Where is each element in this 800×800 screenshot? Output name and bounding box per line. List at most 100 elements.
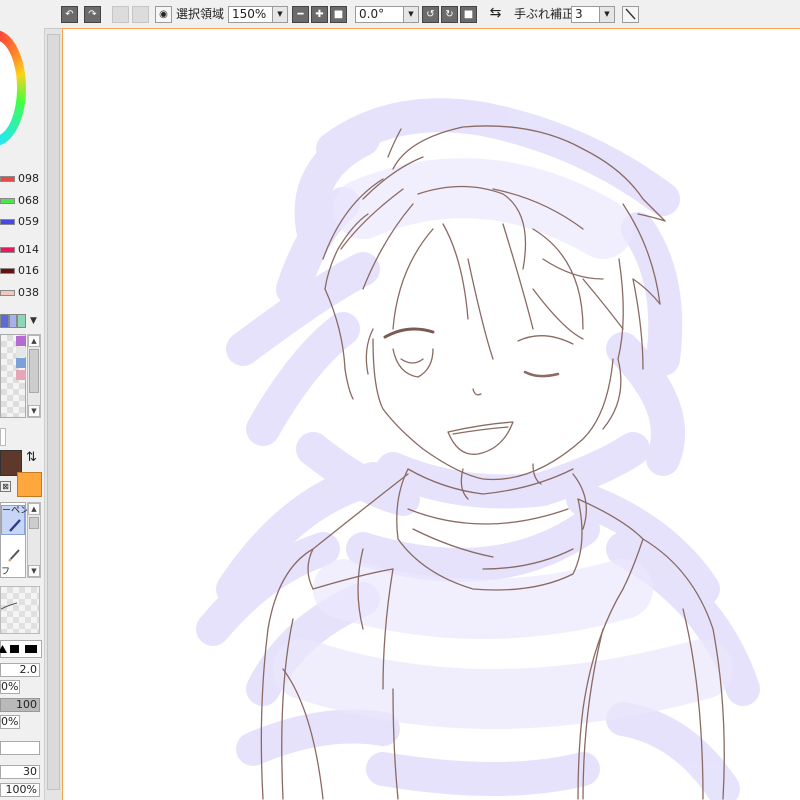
undo-button[interactable]: ↶ [61,6,78,23]
disabled-button[interactable] [112,6,129,23]
scroll-thumb[interactable] [29,349,39,393]
min-size-field[interactable]: 0% [0,680,20,694]
blend-empty-field[interactable] [0,741,40,755]
rotate-ccw-icon: ↺ [426,9,435,20]
selection-visibility-button[interactable]: ◉ [155,6,172,23]
brush-shape-triangle[interactable] [0,645,7,653]
tool-item-label: フ [1,567,11,577]
sub-color-swatch[interactable] [17,472,42,497]
slider-blue-bar[interactable] [0,219,15,225]
redo-button[interactable]: ↷ [84,6,101,23]
scroll-up-icon[interactable]: ▲ [28,335,40,347]
palette-chip[interactable] [8,314,18,328]
slider-hue-bar[interactable] [0,247,15,253]
slider-saturation[interactable]: 016 [0,264,44,278]
chevron-down-icon[interactable]: ▼ [599,7,614,22]
min-density-field[interactable]: 0% [0,715,20,729]
slider-green-value: 068 [18,194,39,207]
swatch-grid[interactable] [0,334,26,418]
plus-icon: ✚ [315,9,324,20]
straight-line-button[interactable] [622,6,639,23]
rotation-value: 0.0° [359,7,385,21]
sketch-artwork [196,98,760,800]
scroll-thumb[interactable] [47,34,60,790]
palette-chip[interactable] [17,314,27,328]
chevron-down-icon[interactable]: ▼ [30,316,37,326]
color-input[interactable] [0,428,6,446]
rotation-select[interactable]: 0.0° ▼ [355,6,419,23]
slider-hue-value: 014 [18,243,39,256]
tool-list[interactable]: ーペン フ [0,502,29,578]
selection-label: 選択領域 [176,7,225,21]
swatch-chip[interactable] [16,347,26,357]
flip-horizontal-icon: ⇆ [489,5,502,21]
left-tool-panel: 098 068 059 014 016 038 ▼ ▲ ▼ ⇅ ⊠ ーペン フ … [0,0,44,800]
scroll-up-icon[interactable]: ▲ [28,503,40,515]
drawing-canvas[interactable] [62,28,800,800]
reset-icon: ■ [463,9,474,20]
panel-scrollbar[interactable]: ▲ [44,0,63,800]
stabilizer-select[interactable]: 3 ▼ [571,6,615,23]
density-slider[interactable]: 100 [0,698,40,712]
palette-strip[interactable] [0,314,27,328]
slider-red-bar[interactable] [0,176,15,182]
stabilizer-label: 手ぶれ補正 [514,7,575,21]
zoom-value: 150% [232,7,267,21]
canvas-toolbar: ↶ ↷ ◉ 選択領域 150% ▼ ━ ✚ ■ 0.0° ▼ ↺ ↻ ■ ⇆ 手… [44,0,800,29]
zoom-select[interactable]: 150% ▼ [228,6,288,23]
chevron-down-icon[interactable]: ▼ [272,7,287,22]
swatch-scrollbar[interactable]: ▲ ▼ [27,334,41,418]
reset-icon: ■ [333,9,344,20]
slider-blue[interactable]: 059 [0,215,44,229]
tool-list-scrollbar[interactable]: ▲ ▼ [27,502,41,578]
rotate-cw-button[interactable]: ↻ [441,6,458,23]
minus-icon: ━ [297,9,304,20]
pencil-icon [8,549,20,562]
slider-saturation-value: 016 [18,264,39,277]
rotate-cw-icon: ↻ [445,9,454,20]
rotate-ccw-button[interactable]: ↺ [422,6,439,23]
chevron-down-icon[interactable]: ▼ [403,7,418,22]
slider-value-value: 038 [18,286,39,299]
brush-stroke-preview [0,602,18,610]
swatch-chip[interactable] [16,358,26,368]
swatch-chip[interactable] [16,336,26,346]
slider-green[interactable]: 068 [0,194,44,208]
swatch-chip[interactable] [16,370,26,380]
tool-item-pen[interactable]: ーペン [1,505,29,535]
disabled-button[interactable] [132,6,149,23]
slider-value-bar[interactable] [0,290,15,296]
brush-shape-flat[interactable] [25,645,37,653]
flip-horizontal-button[interactable]: ⇆ [487,6,504,23]
transparent-color-icon[interactable]: ⊠ [0,481,11,492]
blend-percent-field[interactable]: 100% [0,783,40,797]
swap-colors-icon[interactable]: ⇅ [26,451,37,464]
scroll-thumb[interactable] [29,517,39,529]
brush-preview [0,586,40,634]
brush-shape-selector[interactable] [0,640,42,658]
slider-red[interactable]: 098 [0,172,44,186]
slider-green-bar[interactable] [0,198,15,204]
scroll-down-icon[interactable]: ▼ [28,565,40,577]
slider-blue-value: 059 [18,215,39,228]
scroll-down-icon[interactable]: ▼ [28,405,40,417]
slider-hue[interactable]: 014 [0,243,44,257]
undo-icon: ↶ [65,9,74,20]
zoom-reset-button[interactable]: ■ [330,6,347,23]
straight-line-icon [625,8,636,20]
brush-size-field[interactable]: 2.0 [0,663,40,677]
brush-shape-square[interactable] [10,645,19,653]
slider-value[interactable]: 038 [0,286,44,300]
blend-field[interactable]: 30 [0,765,40,779]
slider-red-value: 098 [18,172,39,185]
stabilizer-value: 3 [575,7,583,21]
palette-chip[interactable] [0,314,9,328]
rotation-reset-button[interactable]: ■ [460,6,477,23]
zoom-in-button[interactable]: ✚ [311,6,328,23]
redo-icon: ↷ [88,9,97,20]
pen-icon [9,519,21,532]
tool-pen-label: ーペン [2,506,30,516]
eye-icon: ◉ [159,9,168,20]
slider-saturation-bar[interactable] [0,268,15,274]
zoom-out-button[interactable]: ━ [292,6,309,23]
